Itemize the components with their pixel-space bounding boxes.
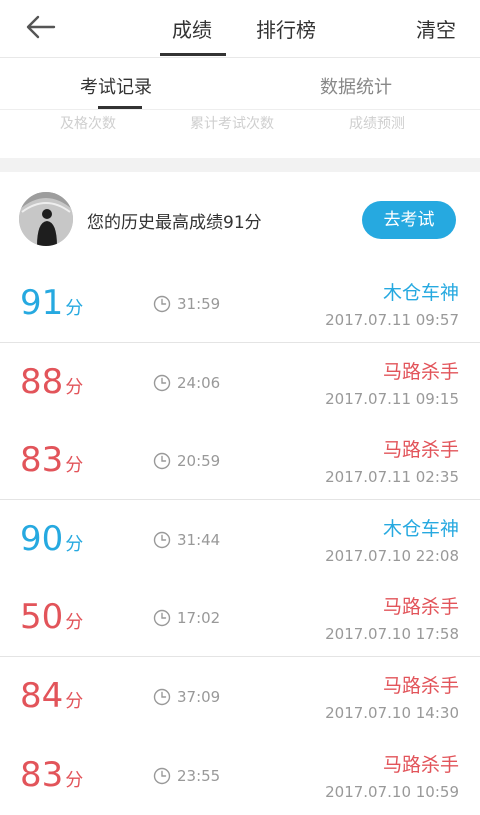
tab-exam-records[interactable]: 考试记录 — [80, 73, 152, 99]
record-row[interactable]: 84 分 37:09 马路杀手 2017.07.10 14:30 — [0, 657, 480, 736]
record-score-unit: 分 — [65, 533, 84, 555]
record-date: 2017.07.10 22:08 — [325, 546, 459, 565]
record-score-value: 83 — [20, 754, 64, 795]
sub-tab-bar: 考试记录 数据统计 — [0, 58, 480, 110]
clear-button[interactable]: 清空 — [416, 14, 456, 43]
record-date: 2017.07.11 02:35 — [325, 468, 459, 487]
record-row[interactable]: 91 分 31:59 木仓车神 2017.07.11 09:57 — [0, 264, 480, 343]
best-score-row: 您的历史最高成绩91分 去考试 — [0, 172, 480, 264]
clock-icon — [153, 688, 171, 706]
top-nav-bar: 成绩 排行榜 清空 — [0, 0, 480, 58]
record-date: 2017.07.10 10:59 — [325, 782, 459, 801]
record-score-unit: 分 — [65, 612, 84, 634]
record-title-label: 马路杀手 — [382, 439, 459, 462]
record-date: 2017.07.10 17:58 — [325, 625, 459, 644]
tab-data-statistics[interactable]: 数据统计 — [320, 73, 392, 99]
clock-icon — [153, 452, 171, 470]
record-title-label: 木仓车神 — [382, 282, 459, 304]
clock-icon — [153, 610, 171, 627]
section-divider — [0, 158, 480, 172]
record-score-value: 90 — [20, 518, 64, 559]
record-row[interactable]: 83 分 23:55 马路杀手 2017.07.10 10:59 — [0, 736, 480, 815]
record-row[interactable]: 50 分 17:02 马路杀手 2017.07.10 17:58 — [0, 578, 480, 657]
clock-icon — [153, 295, 171, 313]
active-tab-indicator — [160, 53, 226, 56]
record-duration: 31:44 — [177, 530, 221, 549]
clock-icon — [153, 767, 171, 784]
record-row[interactable]: 83 分 20:59 马路杀手 2017.07.11 02:35 — [0, 421, 480, 500]
record-score: 84 分 — [20, 676, 83, 722]
exam-records-list: 91 分 31:59 木仓车神 2017.07.11 09:57 88 分 24:0… — [0, 264, 480, 814]
record-row[interactable]: 90 分 31:44 木仓车神 2017.07.10 22:08 — [0, 500, 480, 579]
record-score-value: 50 — [20, 597, 64, 638]
record-score: 90 分 — [20, 519, 83, 565]
record-duration: 23:55 — [177, 766, 221, 785]
stat-label-total-exams: 累计考试次数 — [190, 116, 274, 132]
record-score-value: 91 — [20, 283, 64, 323]
record-row[interactable]: 88 分 24:06 马路杀手 2017.07.11 09:15 — [0, 343, 480, 422]
record-score-unit: 分 — [65, 690, 84, 712]
record-score-value: 84 — [20, 675, 64, 716]
back-arrow-icon[interactable] — [22, 12, 62, 42]
clock-icon — [153, 374, 171, 391]
avatar — [19, 192, 73, 246]
record-score: 50 分 — [20, 597, 83, 643]
clock-icon — [153, 531, 171, 548]
stat-label-pass-count: 及格次数 — [60, 116, 116, 132]
record-title-label: 马路杀手 — [382, 360, 459, 383]
record-score: 88 分 — [20, 362, 83, 408]
record-duration: 20:59 — [177, 452, 221, 471]
record-score-unit: 分 — [65, 769, 84, 791]
tab-leaderboard[interactable]: 排行榜 — [256, 14, 316, 43]
record-title-label: 马路杀手 — [382, 753, 459, 776]
record-duration: 31:59 — [177, 295, 221, 313]
stat-labels-row: 及格次数 累计考试次数 成绩预测 — [0, 110, 480, 158]
record-score: 83 分 — [20, 440, 83, 486]
record-score-value: 88 — [20, 361, 64, 402]
tab-scores[interactable]: 成绩 — [172, 14, 212, 43]
record-score-value: 83 — [20, 440, 64, 481]
active-subtab-indicator — [98, 106, 142, 109]
record-score-unit: 分 — [65, 298, 84, 319]
record-date: 2017.07.11 09:57 — [325, 311, 459, 329]
record-title-label: 马路杀手 — [382, 674, 459, 697]
stat-label-score-prediction: 成绩预测 — [349, 116, 405, 132]
record-score-unit: 分 — [65, 455, 84, 477]
record-title-label: 木仓车神 — [382, 517, 459, 540]
record-score-unit: 分 — [65, 376, 84, 398]
record-date: 2017.07.11 09:15 — [325, 389, 459, 408]
record-duration: 24:06 — [177, 373, 221, 392]
record-duration: 37:09 — [177, 687, 221, 706]
take-exam-button[interactable]: 去考试 — [362, 201, 456, 239]
record-title-label: 马路杀手 — [382, 596, 459, 619]
record-date: 2017.07.10 14:30 — [325, 703, 459, 722]
record-score: 91 分 — [20, 283, 83, 329]
record-duration: 17:02 — [177, 609, 221, 628]
best-score-text: 您的历史最高成绩91分 — [87, 213, 262, 233]
record-score: 83 分 — [20, 755, 83, 801]
